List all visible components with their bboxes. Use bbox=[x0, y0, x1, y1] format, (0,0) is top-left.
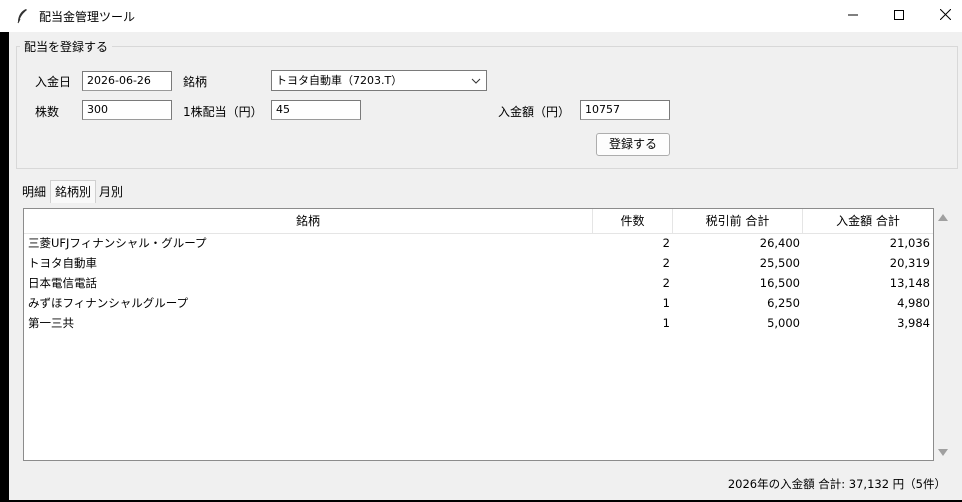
cell-count: 2 bbox=[662, 256, 670, 270]
stock-label: 銘柄 bbox=[183, 75, 208, 89]
column-header-pretax[interactable]: 税引前 合計 bbox=[673, 209, 803, 233]
cell-pretax: 25,500 bbox=[759, 256, 800, 270]
stock-select-value: トヨタ自動車（7203.T） bbox=[276, 74, 403, 87]
table-row[interactable]: 日本電信電話 2 16,500 13,148 bbox=[24, 273, 933, 293]
cell-received: 4,980 bbox=[897, 296, 930, 310]
table-row[interactable]: トヨタ自動車 2 25,500 20,319 bbox=[24, 253, 933, 273]
table-row[interactable]: 第一三共 1 5,000 3,984 bbox=[24, 313, 933, 333]
tab-by-stock[interactable]: 銘柄別 bbox=[50, 180, 97, 203]
table-scrollbar[interactable] bbox=[936, 208, 950, 461]
date-label: 入金日 bbox=[35, 75, 72, 89]
amount-field[interactable]: 10757 bbox=[580, 100, 670, 120]
tab-detail[interactable]: 明細 bbox=[18, 182, 50, 202]
cell-pretax: 6,250 bbox=[767, 296, 800, 310]
shares-label: 株数 bbox=[35, 105, 60, 119]
maximize-button[interactable] bbox=[876, 0, 922, 32]
amount-label: 入金額（円） bbox=[498, 105, 571, 119]
scroll-up-icon[interactable] bbox=[936, 212, 950, 222]
cell-pretax: 5,000 bbox=[767, 316, 800, 330]
register-frame-legend: 配当を登録する bbox=[20, 38, 113, 55]
feather-icon bbox=[15, 8, 29, 24]
cell-pretax: 26,400 bbox=[759, 236, 800, 250]
cell-stock: 第一三共 bbox=[28, 316, 74, 330]
cell-received: 20,319 bbox=[889, 256, 930, 270]
per-share-label: 1株配当（円） bbox=[183, 105, 263, 119]
date-field[interactable]: 2026-06-26 bbox=[82, 71, 172, 91]
maximize-icon bbox=[894, 9, 904, 23]
table-row[interactable]: 三菱UFJフィナンシャル・グループ 2 26,400 21,036 bbox=[24, 233, 933, 253]
cell-stock: みずほフィナンシャルグループ bbox=[28, 296, 189, 310]
shares-field[interactable]: 300 bbox=[82, 100, 172, 120]
cell-stock: 三菱UFJフィナンシャル・グループ bbox=[28, 236, 207, 250]
scroll-down-icon[interactable] bbox=[936, 447, 950, 457]
cell-received: 3,984 bbox=[897, 316, 930, 330]
left-edge bbox=[0, 32, 9, 502]
window-title: 配当金管理ツール bbox=[39, 10, 136, 24]
table-row[interactable]: みずほフィナンシャルグループ 1 6,250 4,980 bbox=[24, 293, 933, 313]
column-header-received[interactable]: 入金額 合計 bbox=[803, 209, 933, 233]
register-button[interactable]: 登録する bbox=[596, 133, 670, 156]
close-icon bbox=[939, 8, 951, 23]
cell-count: 1 bbox=[662, 296, 670, 310]
column-header-count[interactable]: 件数 bbox=[593, 209, 673, 233]
cell-count: 2 bbox=[662, 276, 670, 290]
stock-select[interactable]: トヨタ自動車（7203.T） bbox=[271, 70, 487, 91]
cell-stock: トヨタ自動車 bbox=[28, 256, 97, 270]
cell-count: 2 bbox=[662, 236, 670, 250]
cell-received: 21,036 bbox=[889, 236, 930, 250]
table-header: 銘柄 件数 税引前 合計 入金額 合計 bbox=[24, 209, 933, 234]
minimize-button[interactable] bbox=[830, 0, 876, 32]
tab-monthly[interactable]: 月別 bbox=[95, 182, 127, 202]
column-header-stock[interactable]: 銘柄 bbox=[24, 209, 593, 233]
title-bar: 配当金管理ツール bbox=[0, 0, 962, 32]
cell-received: 13,148 bbox=[889, 276, 930, 290]
close-button[interactable] bbox=[922, 0, 962, 32]
per-share-field[interactable]: 45 bbox=[271, 100, 361, 120]
chevron-down-icon[interactable] bbox=[469, 71, 483, 90]
cell-count: 1 bbox=[662, 316, 670, 330]
cell-stock: 日本電信電話 bbox=[28, 276, 97, 290]
cell-pretax: 16,500 bbox=[759, 276, 800, 290]
summary-table: 銘柄 件数 税引前 合計 入金額 合計 三菱UFJフィナンシャル・グループ 2 … bbox=[23, 208, 934, 461]
status-text: 2026年の入金額 合計: 37,132 円（5件） bbox=[727, 477, 946, 491]
minimize-icon bbox=[848, 9, 858, 23]
